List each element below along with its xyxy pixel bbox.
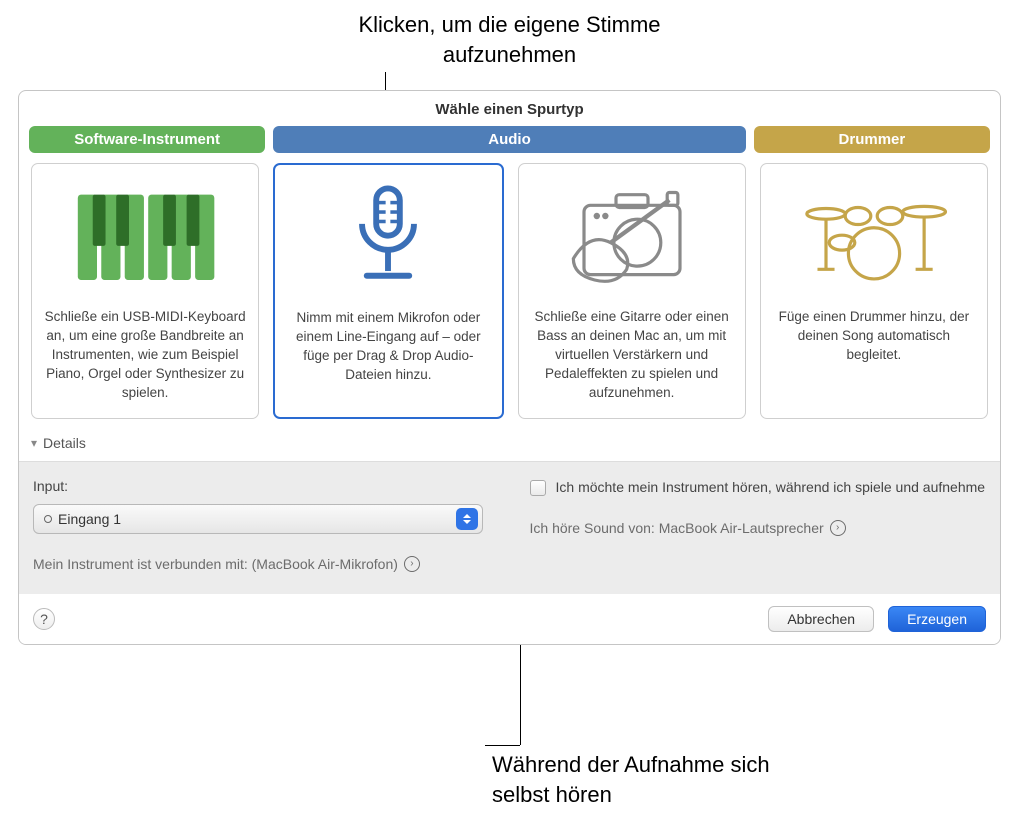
track-type-tabs: Software-Instrument Audio Drummer (29, 126, 990, 153)
tab-software-instrument[interactable]: Software-Instrument (29, 126, 265, 153)
input-select[interactable]: Eingang 1 (33, 504, 483, 534)
monitor-checkbox-label: Ich möchte mein Instrument hören, währen… (556, 478, 986, 498)
track-option-cards: Schließe ein USB-MIDI-Keyboard an, um ei… (31, 163, 988, 419)
tab-drummer[interactable]: Drummer (754, 126, 990, 153)
drumkit-icon (794, 178, 954, 296)
card-software-text: Schließe ein USB-MIDI-Keyboard an, um ei… (44, 308, 246, 402)
card-software-instrument[interactable]: Schließe ein USB-MIDI-Keyboard an, um ei… (31, 163, 259, 419)
input-channel-dot-icon (44, 515, 52, 523)
tab-audio[interactable]: Audio (273, 126, 746, 153)
instrument-connected-label: Mein Instrument ist verbunden mit: (MacB… (33, 556, 398, 572)
select-stepper-icon[interactable] (456, 508, 478, 530)
card-guitar[interactable]: Schließe eine Gitarre oder einen Bass an… (518, 163, 746, 419)
annotation-record-voice: Klicken, um die eigene Stimme aufzunehme… (340, 10, 680, 69)
sound-output-label: Ich höre Sound von: MacBook Air-Lautspre… (530, 520, 824, 536)
card-drummer[interactable]: Füge einen Drummer hinzu, der deinen Son… (760, 163, 988, 419)
dialog-footer: ? Abbrechen Erzeugen (19, 594, 1000, 644)
goto-arrow-icon[interactable]: › (404, 556, 420, 572)
monitor-checkbox[interactable] (530, 480, 546, 496)
chevron-down-icon: ▾ (31, 436, 37, 450)
instrument-connected-row[interactable]: Mein Instrument ist verbunden mit: (MacB… (33, 556, 490, 572)
annotation-monitor: Während der Aufnahme sich selbst hören (492, 750, 772, 809)
help-button[interactable]: ? (33, 608, 55, 630)
details-panel: Input: Eingang 1 Mein Instrument ist ver… (19, 461, 1000, 594)
input-label: Input: (33, 478, 490, 494)
microphone-icon (308, 179, 468, 297)
sound-output-row[interactable]: Ich höre Sound von: MacBook Air-Lautspre… (530, 520, 987, 536)
card-mic-text: Nimm mit einem Mikrofon oder einem Line-… (287, 309, 489, 385)
card-guitar-text: Schließe eine Gitarre oder einen Bass an… (531, 308, 733, 402)
guitar-amp-icon (552, 178, 712, 296)
cancel-button[interactable]: Abbrechen (768, 606, 874, 632)
track-type-dialog: Wähle einen Spurtyp Software-Instrument … (18, 90, 1001, 645)
callout-line-bottom-h (485, 745, 520, 746)
card-drummer-text: Füge einen Drummer hinzu, der deinen Son… (773, 308, 975, 365)
goto-arrow-icon[interactable]: › (830, 520, 846, 536)
monitor-checkbox-row[interactable]: Ich möchte mein Instrument hören, währen… (530, 478, 987, 498)
details-label: Details (43, 435, 86, 451)
dialog-title: Wähle einen Spurtyp (19, 91, 1000, 126)
create-button[interactable]: Erzeugen (888, 606, 986, 632)
input-select-value: Eingang 1 (58, 511, 121, 527)
keyboard-icon (65, 178, 225, 296)
details-disclosure[interactable]: ▾ Details (31, 435, 988, 451)
card-microphone[interactable]: Nimm mit einem Mikrofon oder einem Line-… (273, 163, 503, 419)
